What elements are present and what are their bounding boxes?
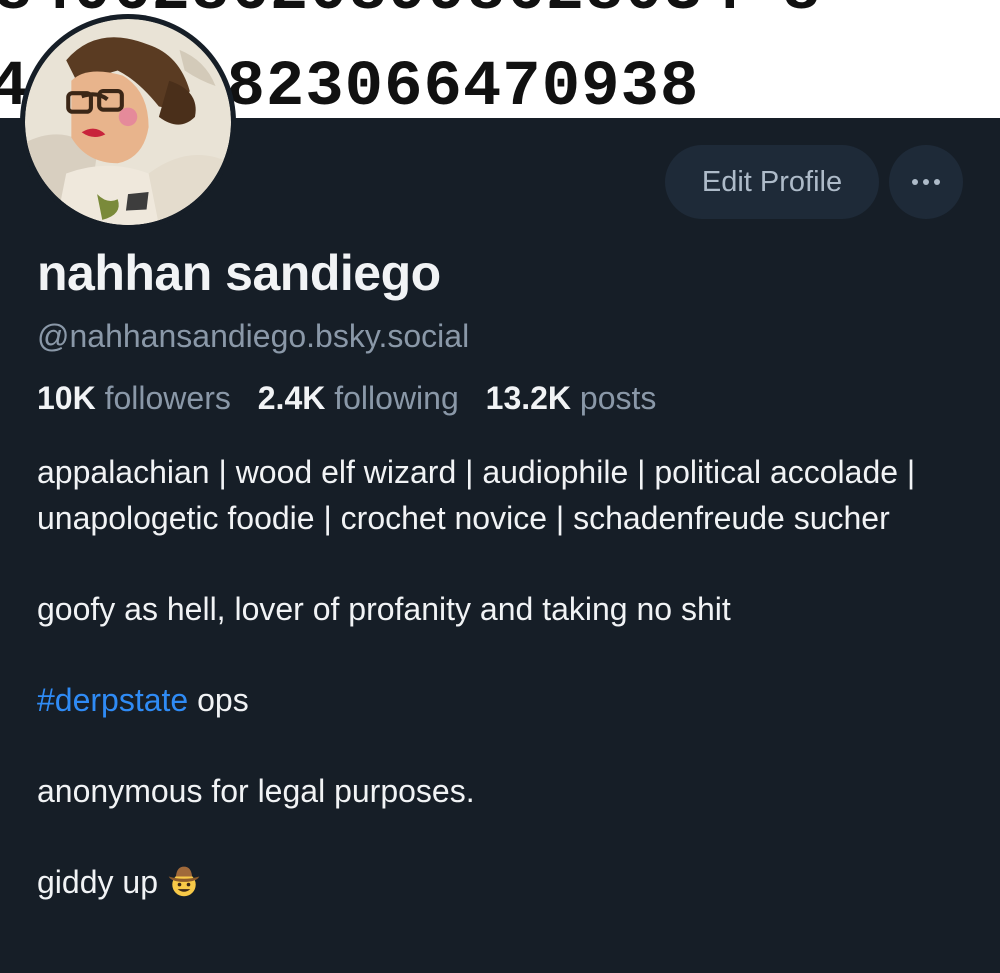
following-label: following — [334, 380, 459, 416]
following-count: 2.4K — [257, 380, 326, 416]
bio-paragraph: anonymous for legal purposes. — [37, 772, 475, 809]
followers-label: followers — [104, 380, 231, 416]
posts-count: 13.2K — [485, 380, 572, 416]
posts-label: posts — [579, 380, 657, 416]
bio-text: ops — [188, 681, 249, 718]
bio-paragraph: giddy up — [37, 860, 937, 906]
followers-count: 10K — [37, 380, 96, 416]
following-stat[interactable]: 2.4K following — [258, 380, 459, 416]
display-name: nahhan sandiego — [37, 245, 441, 301]
followers-stat[interactable]: 10K followers — [37, 380, 231, 416]
cowboy-face-icon — [168, 866, 200, 896]
ellipsis-icon — [912, 179, 940, 185]
avatar[interactable] — [20, 14, 236, 230]
profile-painting-avatar-icon — [25, 19, 231, 225]
profile-stats: 10K followers 2.4K following 13.2K posts — [37, 380, 674, 417]
profile-page: 8406286208998628034 8 4 5132823066470938 — [0, 0, 1000, 973]
bio-paragraph: #derpstate ops — [37, 678, 937, 724]
profile-bio: appalachian | wood elf wizard | audiophi… — [37, 450, 937, 951]
bio-paragraph: goofy as hell, lover of profanity and ta… — [37, 590, 731, 627]
bio-text: giddy up — [37, 863, 158, 900]
edit-profile-button[interactable]: Edit Profile — [665, 145, 879, 219]
posts-stat: 13.2K posts — [486, 380, 657, 416]
profile-handle: @nahhansandiego.bsky.social — [37, 318, 470, 354]
more-options-button[interactable] — [889, 145, 963, 219]
bio-paragraph: appalachian | wood elf wizard | audiophi… — [37, 454, 916, 536]
hashtag-link[interactable]: #derpstate — [37, 682, 188, 718]
